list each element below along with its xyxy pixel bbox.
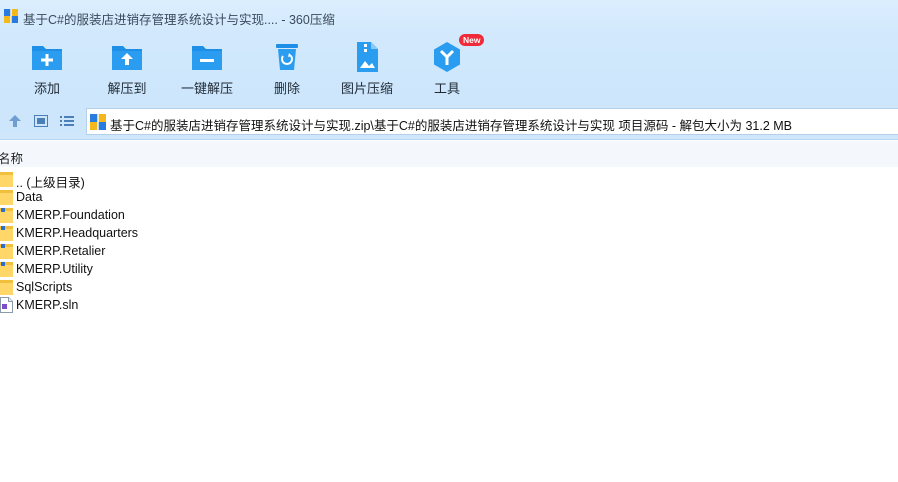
list-item-kmerp-utility[interactable]: KMERP.Utility [0, 260, 898, 278]
new-badge: New [459, 34, 485, 46]
extract-to-button[interactable]: 解压到 [87, 38, 167, 100]
tools-label: 工具 [433, 81, 460, 96]
extract-to-label: 解压到 [107, 81, 147, 96]
list-header: 名称 [0, 141, 898, 167]
list-item-sqlscripts[interactable]: SqlScripts [0, 278, 898, 296]
tools-button[interactable]: New 工具 [407, 34, 487, 100]
folder-icon [0, 172, 13, 187]
list-item-kmerp-retalier[interactable]: KMERP.Retalier [0, 242, 898, 260]
list-item-label: KMERP.sln [16, 298, 79, 312]
list-item-label: KMERP.Retalier [16, 244, 106, 258]
list-view-icon[interactable] [60, 114, 74, 128]
list-item-label: KMERP.Utility [16, 262, 93, 276]
image-compress-label: 图片压缩 [340, 81, 393, 96]
list-item-kmerp-headquarters[interactable]: KMERP.Headquarters [0, 224, 898, 242]
list-item-label: KMERP.Foundation [16, 208, 125, 222]
add-button[interactable]: 添加 [7, 38, 87, 100]
one-click-extract-label: 一键解压 [180, 81, 233, 96]
project-folder-icon [0, 244, 13, 259]
project-folder-icon [0, 226, 13, 241]
tools-icon [434, 42, 460, 72]
extract-to-icon [112, 46, 142, 70]
delete-label: 删除 [273, 81, 300, 96]
up-arrow-icon[interactable] [8, 114, 22, 128]
file-list: .. (上级目录) Data KMERP.Foundation KMERP.He… [0, 170, 898, 314]
zip-archive-icon [90, 114, 106, 130]
add-label: 添加 [33, 81, 60, 96]
project-folder-icon [0, 262, 13, 277]
one-click-extract-button[interactable]: 一键解压 [167, 38, 247, 100]
list-item-label: KMERP.Headquarters [16, 226, 139, 240]
one-click-extract-icon [192, 46, 222, 70]
window-title: 基于C#的服装店进销存管理系统设计与实现.... - 360压缩 [23, 13, 335, 27]
add-icon [32, 46, 62, 70]
address-bar: 基于C#的服装店进销存管理系统设计与实现.zip\基于C#的服装店进销存管理系统… [0, 102, 898, 140]
path-text: 基于C#的服装店进销存管理系统设计与实现.zip\基于C#的服装店进销存管理系统… [110, 119, 792, 133]
thumbnail-view-icon[interactable] [34, 114, 48, 128]
delete-button[interactable]: 删除 [247, 38, 327, 100]
list-item-label: Data [16, 190, 43, 204]
path-field[interactable]: 基于C#的服装店进销存管理系统设计与实现.zip\基于C#的服装店进销存管理系统… [86, 108, 898, 135]
list-item-kmerp-foundation[interactable]: KMERP.Foundation [0, 206, 898, 224]
column-header-name[interactable]: 名称 [0, 148, 23, 167]
delete-icon [276, 44, 298, 70]
archive-app-icon [4, 9, 18, 23]
image-compress-icon [357, 42, 378, 72]
list-item-kmerp-sln[interactable]: KMERP.sln [0, 296, 898, 314]
title-bar: 基于C#的服装店进销存管理系统设计与实现.... - 360压缩 [0, 0, 898, 32]
project-folder-icon [0, 208, 13, 223]
folder-icon [0, 190, 13, 205]
list-item-parent-dir[interactable]: .. (上级目录) [0, 170, 898, 190]
list-item-label: SqlScripts [16, 280, 73, 294]
image-compress-button[interactable]: 图片压缩 [327, 38, 407, 100]
main-toolbar: 添加 解压到 一键解压 删除 图片压缩 New 工具 [0, 32, 898, 102]
folder-icon [0, 280, 13, 295]
list-item-data[interactable]: Data [0, 188, 898, 206]
solution-file-icon [0, 297, 13, 313]
